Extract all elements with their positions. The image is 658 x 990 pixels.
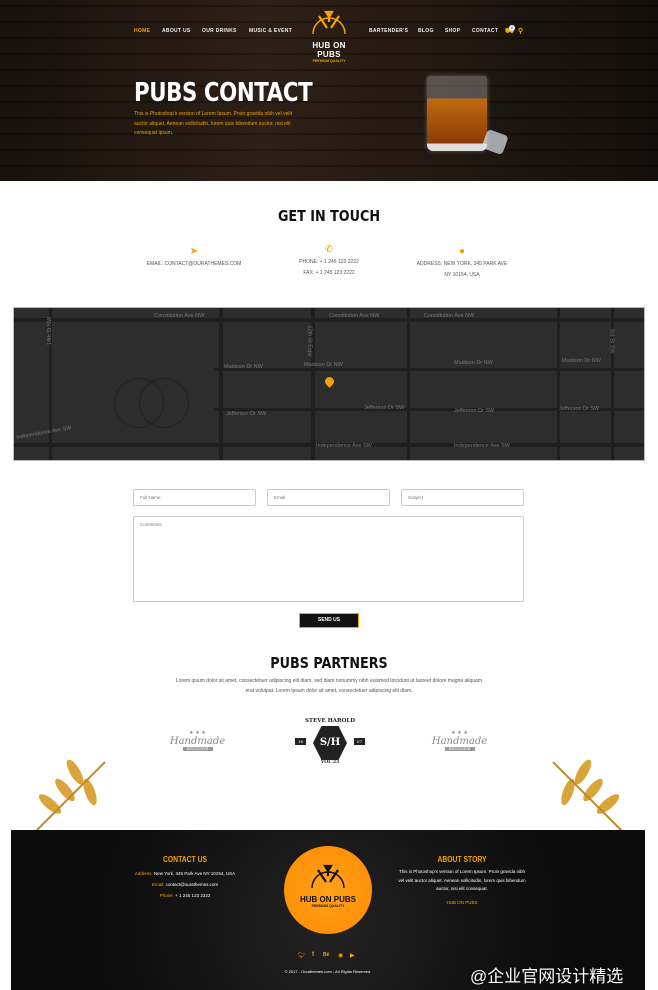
- whiskey-glass-image: [427, 76, 487, 151]
- full-name-input[interactable]: Full Name: [133, 489, 256, 506]
- partners-text: Lorem ipsum dolor sit amet, consectetuer…: [176, 678, 482, 684]
- wheat-right-image: [552, 759, 624, 832]
- page-title: PUBS CONTACT: [134, 78, 313, 108]
- contact-address: ● ADDRESS: NEW YORK, 345 PARK AVE NY 101…: [382, 245, 542, 281]
- logo-emblem-icon: [312, 10, 346, 35]
- hero-text: This is Photoshop's version of Lorem Ips…: [134, 111, 292, 136]
- map-pin-icon: ●: [458, 246, 466, 257]
- get-in-touch-title: GET IN TOUCH: [277, 207, 381, 225]
- comments-textarea[interactable]: Comments: [133, 516, 524, 602]
- nav-blog[interactable]: BLOG: [418, 28, 434, 34]
- nav-our-drinks[interactable]: OUR DRINKS: [202, 28, 237, 34]
- wheat-left-image: [34, 759, 106, 832]
- about-link[interactable]: HUB ON PUBS: [398, 897, 526, 908]
- partners-text-2: erat volutpat. Lorem ipsum dolor sit ame…: [245, 688, 413, 694]
- map[interactable]: Constitution Ave NW Constitution Ave NW …: [13, 307, 645, 461]
- copyright: © 2017 - Ourathemes.com - All Rights Res…: [284, 969, 372, 974]
- youtube-icon[interactable]: ▶: [350, 952, 355, 959]
- send-button[interactable]: SEND US: [299, 613, 359, 628]
- facebook-icon[interactable]: f: [312, 952, 314, 958]
- search-icon[interactable]: ⚲: [518, 27, 523, 35]
- subject-input[interactable]: Subject: [401, 489, 524, 506]
- nav-about-us[interactable]: ABOUT US: [162, 28, 191, 34]
- partner-logo-handmade-2[interactable]: ★ ★ ★ Handmade EXCLUSIVE: [427, 730, 492, 751]
- footer-logo[interactable]: HUB ON PUBS PREMIUM QUALITY: [284, 846, 372, 934]
- email-input[interactable]: Email: [267, 489, 390, 506]
- map-pin-icon[interactable]: [323, 375, 336, 388]
- nav-contact[interactable]: CONTACT: [472, 28, 498, 34]
- partners-title: PUBS PARTNERS: [270, 654, 388, 672]
- partner-logo-steve-harold[interactable]: STEVE HAROLD S/H 18 07 VOL 23: [293, 718, 367, 765]
- watermark: @企业官网设计精选: [470, 967, 624, 986]
- logo[interactable]: HUB ON PUBS PREMIUM QUALITY: [300, 8, 358, 63]
- partner-logo-handmade[interactable]: ★ ★ ★ Handmade EXCLUSIVE: [165, 730, 230, 751]
- nav-shop[interactable]: SHOP: [445, 28, 460, 34]
- nav-home[interactable]: HOME: [134, 28, 150, 34]
- footer-about: ABOUT STORY This is Photoshop's version …: [398, 855, 526, 908]
- dribbble-icon[interactable]: ◉: [338, 952, 343, 959]
- nav-bartenders[interactable]: BARTENDER'S: [369, 28, 408, 34]
- twitter-icon[interactable]: 🐦︎: [298, 952, 306, 959]
- logo-emblem-icon: [311, 864, 345, 889]
- cart-count-badge: 0: [509, 25, 515, 31]
- footer-contact: CONTACT US Address: New York, 345 Park A…: [134, 855, 236, 898]
- nav-music-event[interactable]: MUSIC & EVENT: [249, 28, 292, 34]
- behance-icon[interactable]: Bē: [323, 952, 329, 958]
